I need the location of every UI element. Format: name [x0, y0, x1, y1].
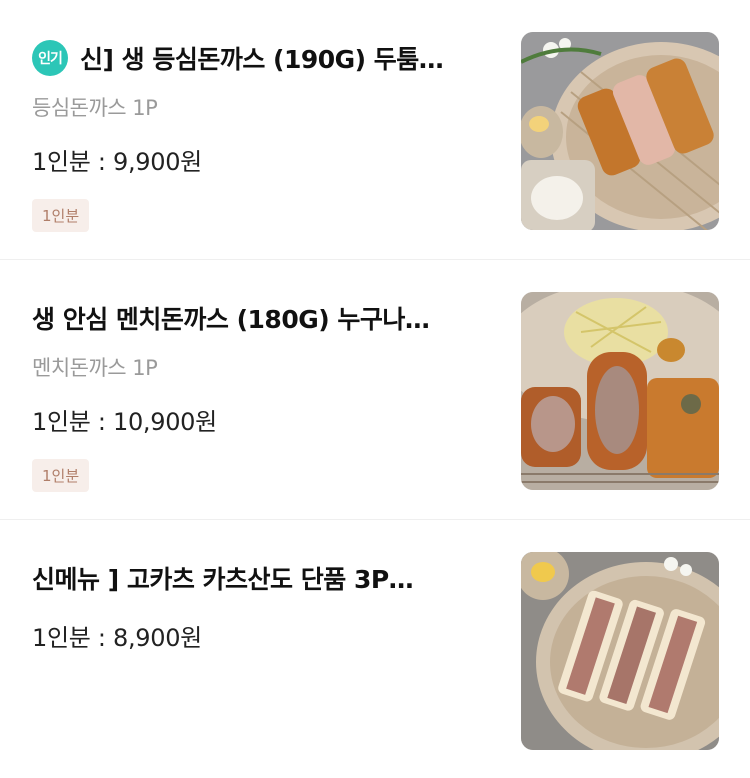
menu-item[interactable]: 신메뉴 ] 고카츠 카츠산도 단품 3P… 1인분 : 8,900원 [0, 520, 750, 778]
serving-tag: 1인분 [32, 199, 90, 232]
menu-item-price: 1인분 : 8,900원 [32, 624, 202, 652]
popular-badge: 인기 [32, 40, 68, 76]
menu-item-info: 신메뉴 ] 고카츠 카츠산도 단품 3P… 1인분 : 8,900원 [32, 520, 502, 653]
menu-item-title[interactable]: 생 안심 멘치돈까스 (180G) 누구나… [32, 300, 429, 336]
title-row: 신메뉴 ] 고카츠 카츠산도 단품 3P… [32, 558, 502, 598]
menu-item-price: 1인분 : 10,900원 [32, 408, 217, 436]
title-row: 인기 신] 생 등심돈까스 (190G) 두툼… [32, 38, 502, 78]
menu-item-price: 1인분 : 9,900원 [32, 148, 202, 176]
pork-loin-cutlet-photo[interactable] [521, 32, 719, 230]
menu-item-subtitle: 등심돈까스 1P [32, 96, 158, 120]
menu-item-subtitle: 멘치돈까스 1P [32, 356, 158, 380]
menu-item-title[interactable]: 신메뉴 ] 고카츠 카츠산도 단품 3P… [32, 560, 413, 596]
title-row: 생 안심 멘치돈까스 (180G) 누구나… [32, 298, 502, 338]
menu-item-info: 인기 신] 생 등심돈까스 (190G) 두툼… 등심돈까스 1P 1인분 : … [32, 0, 502, 232]
menu-item-info: 생 안심 멘치돈까스 (180G) 누구나… 멘치돈까스 1P 1인분 : 10… [32, 260, 502, 492]
menu-item[interactable]: 인기 신] 생 등심돈까스 (190G) 두툼… 등심돈까스 1P 1인분 : … [0, 0, 750, 260]
menu-item[interactable]: 생 안심 멘치돈까스 (180G) 누구나… 멘치돈까스 1P 1인분 : 10… [0, 260, 750, 520]
katsu-sando-photo[interactable] [521, 552, 719, 750]
serving-tag: 1인분 [32, 459, 90, 492]
menu-list: 인기 신] 생 등심돈까스 (190G) 두툼… 등심돈까스 1P 1인분 : … [0, 0, 750, 778]
menchi-katsu-photo[interactable] [521, 292, 719, 490]
menu-item-title[interactable]: 신] 생 등심돈까스 (190G) 두툼… [80, 40, 443, 76]
